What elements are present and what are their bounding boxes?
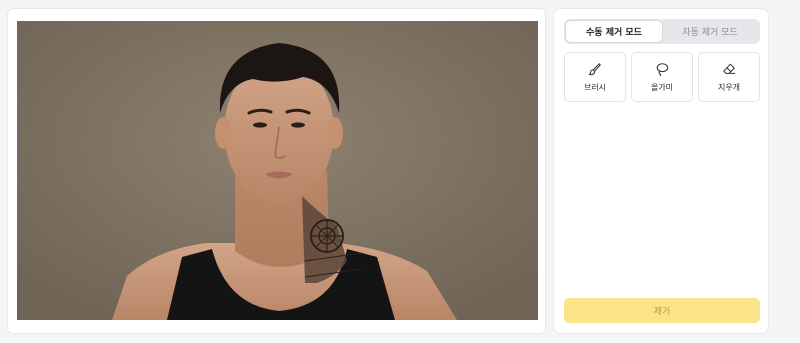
tab-manual-removal-mode[interactable]: 수동 제거 모드 — [566, 21, 662, 42]
lasso-icon — [656, 62, 669, 76]
photo-canvas[interactable] — [17, 21, 538, 320]
lasso-tool-button[interactable]: 올가미 — [631, 52, 693, 102]
edit-panel: 수동 제거 모드 자동 제거 모드 브러시 올가미 지우개 제거 — [553, 8, 769, 334]
brush-tool-button[interactable]: 브러시 — [564, 52, 626, 102]
tab-auto-removal-mode[interactable]: 자동 제거 모드 — [662, 21, 758, 42]
portrait-image — [17, 21, 538, 320]
eraser-tool-button[interactable]: 지우개 — [698, 52, 760, 102]
lasso-tool-label: 올가미 — [650, 82, 674, 92]
mode-switch: 수동 제거 모드 자동 제거 모드 — [564, 19, 760, 44]
tool-group: 브러시 올가미 지우개 — [564, 52, 760, 102]
brush-tool-label: 브러시 — [583, 82, 607, 92]
image-canvas-card — [7, 8, 546, 334]
brush-icon — [588, 62, 601, 75]
eraser-icon — [723, 63, 736, 74]
eraser-tool-label: 지우개 — [717, 82, 741, 92]
remove-button[interactable]: 제거 — [564, 298, 760, 323]
